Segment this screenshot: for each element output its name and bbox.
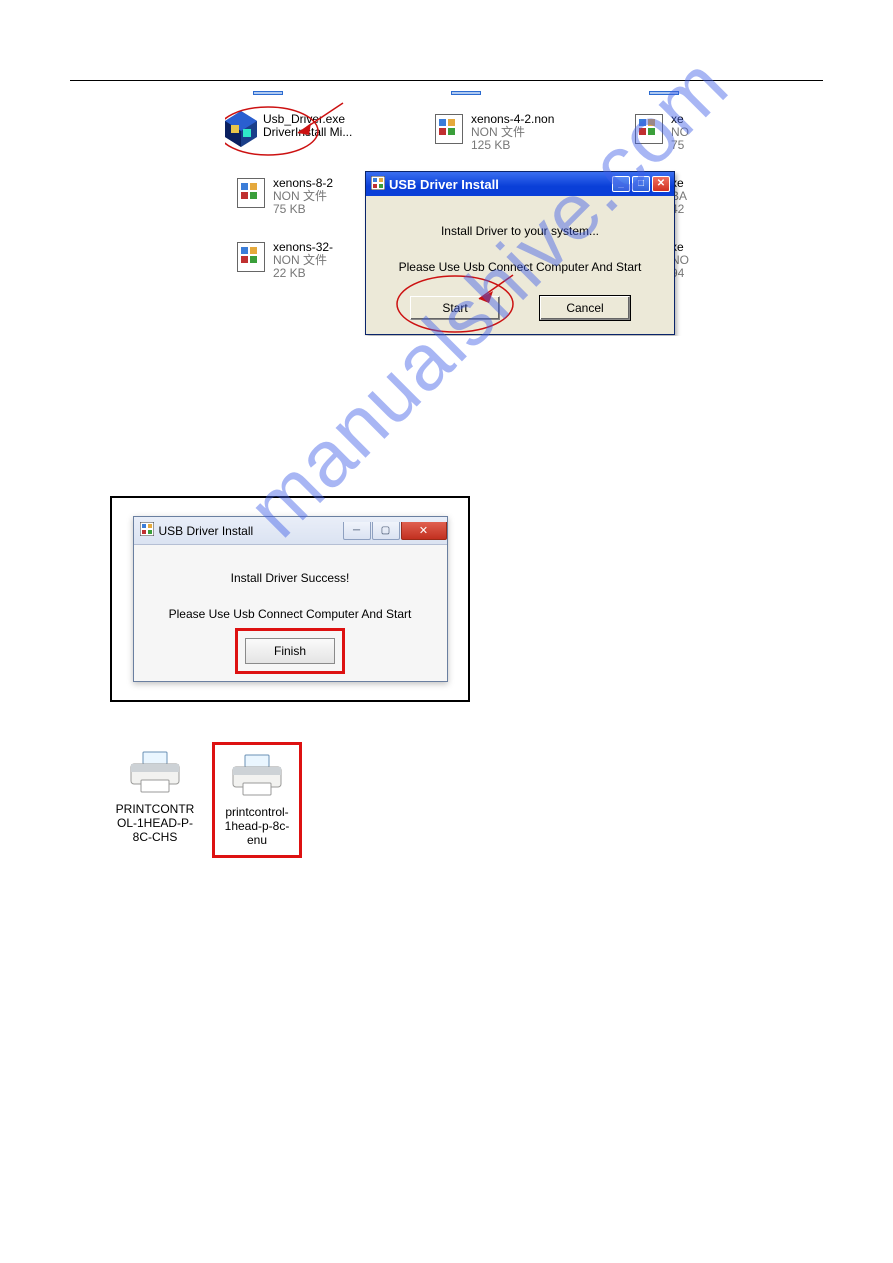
start-button[interactable]: Start bbox=[410, 296, 500, 320]
desktop-icon-label: printcontrol-1head-p-8c-enu bbox=[217, 805, 297, 847]
dialog-message-2: Please Use Usb Connect Computer And Star… bbox=[144, 607, 437, 621]
selection-bar bbox=[253, 91, 283, 95]
maximize-button[interactable]: □ bbox=[632, 176, 650, 192]
usb-driver-install-dialog: USB Driver Install _ □ ✕ Install Driver … bbox=[365, 171, 675, 335]
file-label: xenons-4-2.non NON 文件 125 KB bbox=[471, 113, 554, 152]
maximize-button[interactable]: ▢ bbox=[372, 522, 400, 540]
dialog-titlebar[interactable]: USB Driver Install _ □ ✕ bbox=[366, 172, 674, 196]
screenshot-install-success: USB Driver Install ─ ▢ Install Driver Su… bbox=[110, 496, 470, 702]
close-button[interactable]: ✕ bbox=[652, 176, 670, 192]
printer-icon bbox=[229, 753, 285, 797]
file-icon bbox=[235, 177, 267, 209]
app-icon bbox=[371, 176, 389, 193]
annotation-box-finish: Finish bbox=[242, 635, 338, 667]
file-usb-driver-exe[interactable]: Usb_Driver.exe DriverInstall Mi... bbox=[225, 113, 352, 145]
dialog-body: Install Driver to your system... Please … bbox=[366, 196, 674, 296]
file-icon bbox=[633, 113, 665, 145]
page-content: Usb_Driver.exe DriverInstall Mi... xenon… bbox=[0, 0, 893, 858]
desktop-icon-printcontrol-chs[interactable]: PRINTCONTROL-1HEAD-P-8C-CHS bbox=[110, 742, 200, 852]
file-xenons-4-2[interactable]: xenons-4-2.non NON 文件 125 KB bbox=[433, 113, 554, 152]
dialog-titlebar[interactable]: USB Driver Install ─ ▢ bbox=[134, 517, 447, 545]
dialog-message-2: Please Use Usb Connect Computer And Star… bbox=[376, 260, 664, 274]
app-icon bbox=[140, 522, 159, 539]
selection-bar bbox=[451, 91, 481, 95]
file-xenons-32[interactable]: xenons-32- NON 文件 22 KB bbox=[235, 241, 333, 280]
minimize-button[interactable]: ─ bbox=[343, 522, 371, 540]
dialog-title: USB Driver Install bbox=[159, 524, 342, 538]
usb-driver-success-dialog: USB Driver Install ─ ▢ Install Driver Su… bbox=[133, 516, 448, 682]
minimize-button[interactable]: _ bbox=[612, 176, 630, 192]
file-label: Usb_Driver.exe DriverInstall Mi... bbox=[263, 113, 352, 139]
file-label: xenons-8-2 NON 文件 75 KB bbox=[273, 177, 333, 216]
file-xenons-8-2[interactable]: xenons-8-2 NON 文件 75 KB bbox=[235, 177, 333, 216]
desktop-icon-printcontrol-enu[interactable]: printcontrol-1head-p-8c-enu bbox=[212, 742, 302, 858]
dialog-title: USB Driver Install bbox=[389, 177, 610, 192]
cancel-button[interactable]: Cancel bbox=[540, 296, 630, 320]
printer-icon bbox=[127, 750, 183, 794]
installer-icon bbox=[225, 113, 257, 145]
dialog-body: Install Driver Success! Please Use Usb C… bbox=[134, 545, 447, 629]
dialog-message-1: Install Driver Success! bbox=[144, 571, 437, 585]
file-truncated-1[interactable]: xe NO 75 bbox=[633, 113, 689, 152]
file-label: xenons-32- NON 文件 22 KB bbox=[273, 241, 333, 280]
close-button[interactable] bbox=[401, 522, 447, 540]
file-icon bbox=[235, 241, 267, 273]
file-icon bbox=[433, 113, 465, 145]
screenshot-explorer-install: Usb_Driver.exe DriverInstall Mi... xenon… bbox=[225, 91, 705, 336]
file-label: xe NO 75 bbox=[671, 113, 689, 152]
selection-bar bbox=[649, 91, 679, 95]
screenshot-desktop-icons: PRINTCONTROL-1HEAD-P-8C-CHS printcontrol… bbox=[110, 742, 893, 858]
page-rule bbox=[70, 80, 823, 81]
dialog-message-1: Install Driver to your system... bbox=[376, 224, 664, 238]
finish-button[interactable]: Finish bbox=[245, 638, 335, 664]
desktop-icon-label: PRINTCONTROL-1HEAD-P-8C-CHS bbox=[112, 802, 198, 844]
